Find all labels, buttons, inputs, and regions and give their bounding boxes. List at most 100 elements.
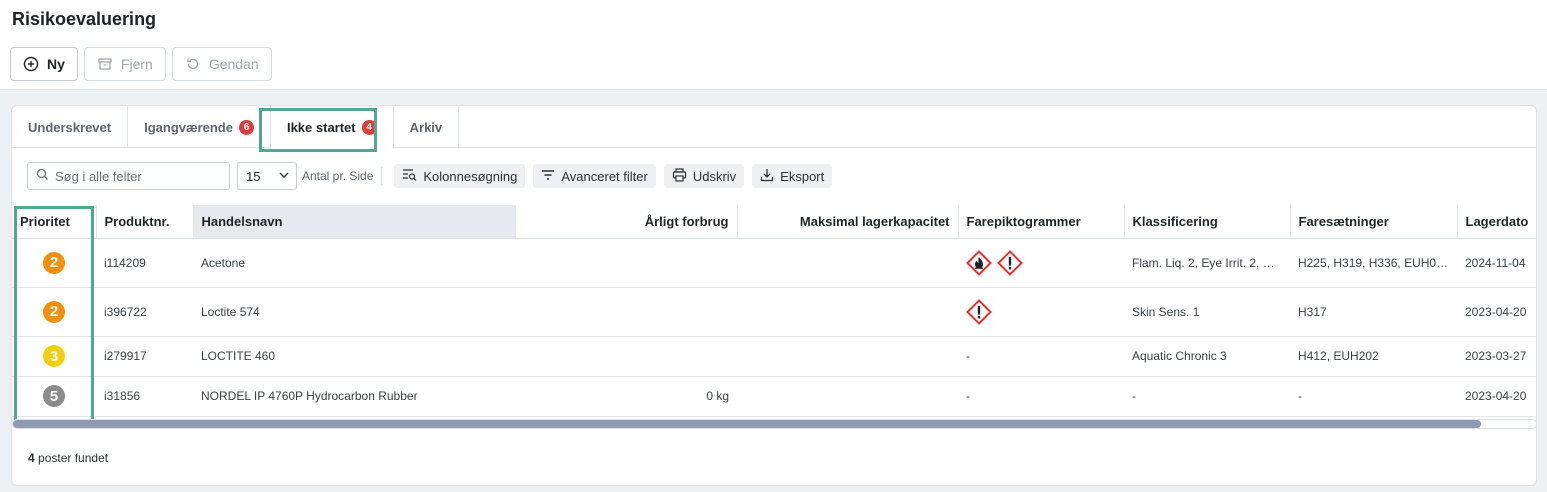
hazard-statements-cell: - bbox=[1290, 376, 1457, 417]
table-header-row: Prioritet Produktnr. Handelsnavn Årligt … bbox=[12, 205, 1536, 239]
classification-cell: Skin Sens. 1 bbox=[1124, 287, 1290, 337]
data-table: Prioritet Produktnr. Handelsnavn Årligt … bbox=[12, 205, 1536, 417]
export-button[interactable]: Eksport bbox=[752, 164, 833, 188]
tab-label: Ikke startet bbox=[286, 119, 356, 135]
table-row[interactable]: 3 i279917 LOCTITE 460 - Aquatic Chronic … bbox=[12, 336, 1536, 377]
max-storage-cell bbox=[737, 336, 958, 377]
per-page-select[interactable]: 15 bbox=[237, 162, 297, 190]
restore-button[interactable]: Gendan bbox=[171, 47, 272, 81]
count-badge: 4 bbox=[361, 119, 377, 135]
storage-date-cell: 2023-03-27 bbox=[1457, 336, 1536, 377]
exclamation-pictogram-icon bbox=[997, 249, 1024, 276]
product-no-cell: i114209 bbox=[96, 238, 193, 288]
priority-cell: 3 bbox=[12, 336, 96, 377]
tab-not-started[interactable]: Ikke startet 4 bbox=[270, 106, 394, 148]
print-button[interactable]: Udskriv bbox=[663, 164, 745, 188]
priority-badge: 2 bbox=[43, 251, 65, 274]
trade-name-cell: LOCTITE 460 bbox=[193, 336, 515, 377]
column-header-storage-date[interactable]: Lagerdato bbox=[1457, 205, 1536, 239]
flame-pictogram-icon bbox=[966, 249, 992, 276]
tab-label: Underskrevet bbox=[28, 119, 112, 135]
tab-bar: Underskrevet Igangværende 6 Ikke startet… bbox=[12, 106, 1536, 148]
priority-cell: 2 bbox=[12, 287, 96, 337]
annual-use-cell bbox=[515, 287, 737, 337]
new-button[interactable]: Ny bbox=[10, 47, 78, 81]
printer-icon bbox=[672, 167, 687, 185]
data-table-wrapper: Prioritet Produktnr. Handelsnavn Årligt … bbox=[12, 205, 1536, 417]
column-header-hazard-statements[interactable]: Faresætninger bbox=[1290, 205, 1458, 239]
hazard-statements-cell: H317 bbox=[1290, 287, 1457, 337]
product-no-cell: i31856 bbox=[96, 376, 193, 417]
column-header-max-storage[interactable]: Maksimal lagerkapacitet bbox=[737, 205, 959, 239]
product-no-cell: i279917 bbox=[96, 336, 193, 377]
max-storage-cell bbox=[737, 238, 958, 288]
content-card: Underskrevet Igangværende 6 Ikke startet… bbox=[11, 105, 1537, 486]
classification-cell: Aquatic Chronic 3 bbox=[1124, 336, 1290, 377]
column-header-trade-name[interactable]: Handelsnavn bbox=[193, 205, 516, 239]
print-label: Udskriv bbox=[692, 168, 737, 184]
remove-button-label: Fjern bbox=[120, 56, 153, 72]
horizontal-scrollbar[interactable] bbox=[12, 419, 1536, 429]
max-storage-cell bbox=[737, 376, 958, 417]
tab-in-progress[interactable]: Igangværende 6 bbox=[128, 106, 271, 148]
annual-use-cell: 0 kg bbox=[515, 376, 737, 417]
remove-button[interactable]: Fjern bbox=[83, 47, 166, 81]
top-header: Risikoevaluering Ny Fjern Gendan bbox=[0, 0, 1547, 90]
column-header-priority[interactable]: Prioritet bbox=[12, 205, 97, 239]
storage-date-cell: 2023-04-20 bbox=[1457, 287, 1536, 337]
trade-name-cell: NORDEL IP 4760P Hydrocarbon Rubber bbox=[193, 376, 515, 417]
product-no-cell: i396722 bbox=[96, 287, 193, 337]
column-search-button[interactable]: Kolonnesøgning bbox=[394, 164, 526, 188]
archive-icon bbox=[97, 56, 113, 72]
scrollbar-thumb[interactable] bbox=[13, 420, 1481, 428]
priority-cell: 5 bbox=[12, 376, 96, 417]
chevron-down-icon bbox=[278, 169, 290, 184]
table-row[interactable]: 2 i114209 Acetone Flam. Liq. 2, Eye Irri… bbox=[12, 238, 1536, 288]
column-search-label: Kolonnesøgning bbox=[423, 168, 518, 184]
search-box[interactable] bbox=[27, 162, 230, 190]
trade-name-cell: Acetone bbox=[193, 238, 515, 288]
storage-date-cell: 2024-11-04 bbox=[1457, 238, 1536, 288]
max-storage-cell bbox=[737, 287, 958, 337]
restore-icon bbox=[185, 56, 201, 72]
classification-cell: - bbox=[1124, 376, 1290, 417]
result-count: 4 poster fundet bbox=[28, 451, 108, 465]
per-page-value: 15 bbox=[246, 168, 261, 184]
search-icon bbox=[36, 168, 49, 184]
classification-cell: Flam. Liq. 2, Eye Irrit. 2, ST... bbox=[1124, 238, 1290, 288]
priority-cell: 2 bbox=[12, 238, 96, 288]
pictograms-cell: - bbox=[958, 336, 1124, 377]
tab-archive[interactable]: Arkiv bbox=[394, 106, 460, 148]
priority-badge: 2 bbox=[43, 300, 65, 323]
pictograms-cell bbox=[958, 287, 1124, 337]
hazard-statements-cell: H225, H319, H336, EUH066 bbox=[1290, 238, 1457, 288]
column-search-icon bbox=[402, 168, 417, 184]
annual-use-cell bbox=[515, 336, 737, 377]
tab-label: Igangværende bbox=[144, 119, 233, 135]
restore-button-label: Gendan bbox=[208, 56, 259, 72]
count-badge: 6 bbox=[238, 119, 254, 135]
column-header-pictograms[interactable]: Farepiktogrammer bbox=[958, 205, 1125, 239]
table-toolbar: 15 Antal pr. Side Kolonnesøgning Avancer… bbox=[27, 162, 833, 190]
result-count-suffix: poster fundet bbox=[34, 451, 109, 465]
advanced-filter-button[interactable]: Avanceret filter bbox=[533, 164, 656, 188]
tab-signed[interactable]: Underskrevet bbox=[12, 106, 129, 148]
column-header-classification[interactable]: Klassificering bbox=[1124, 205, 1291, 239]
plus-circle-icon bbox=[23, 56, 39, 72]
action-bar: Ny Fjern Gendan bbox=[10, 47, 272, 81]
column-header-product-no[interactable]: Produktnr. bbox=[96, 205, 194, 239]
pictograms-cell: - bbox=[958, 376, 1124, 417]
search-input[interactable] bbox=[55, 168, 215, 184]
new-button-label: Ny bbox=[47, 56, 65, 72]
table-row[interactable]: 2 i396722 Loctite 574 Skin Sens. 1 H317 … bbox=[12, 287, 1536, 337]
table-row[interactable]: 5 i31856 NORDEL IP 4760P Hydrocarbon Rub… bbox=[12, 376, 1536, 417]
export-label: Eksport bbox=[780, 168, 825, 184]
filter-icon bbox=[541, 169, 555, 184]
advanced-filter-label: Avanceret filter bbox=[561, 168, 648, 184]
hazard-statements-cell: H412, EUH202 bbox=[1290, 336, 1457, 377]
priority-badge: 3 bbox=[43, 345, 65, 367]
tab-label: Arkiv bbox=[409, 119, 443, 135]
page-title: Risikoevaluering bbox=[12, 9, 157, 29]
pictograms-cell bbox=[958, 238, 1124, 288]
column-header-annual-use[interactable]: Årligt forbrug bbox=[515, 205, 738, 239]
